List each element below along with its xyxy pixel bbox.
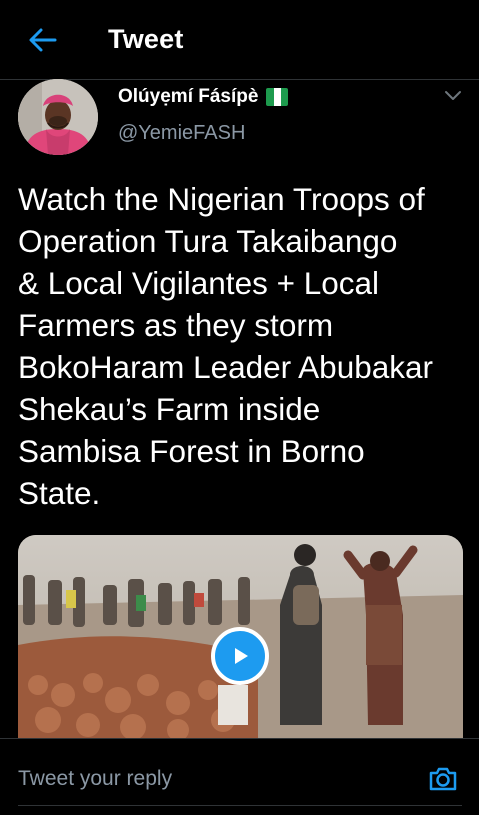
avatar[interactable] bbox=[18, 79, 98, 155]
page-title: Tweet bbox=[108, 24, 184, 54]
play-icon bbox=[235, 648, 248, 664]
play-button[interactable] bbox=[211, 627, 269, 685]
camera-button[interactable] bbox=[427, 763, 459, 795]
top-bar: Tweet bbox=[0, 0, 479, 80]
author-handle[interactable]: @YemieFASH bbox=[118, 122, 245, 145]
reply-bar: Tweet your reply bbox=[0, 738, 479, 815]
camera-icon bbox=[429, 767, 457, 791]
tweet-options-button[interactable] bbox=[443, 88, 463, 102]
author-name[interactable]: Olúyẹmí Fásípè bbox=[118, 86, 258, 108]
back-arrow-icon bbox=[29, 28, 57, 52]
reply-input[interactable]: Tweet your reply bbox=[18, 767, 172, 791]
tweet-text: Watch the Nigerian Troops of Operation T… bbox=[18, 181, 434, 511]
back-button[interactable] bbox=[26, 25, 58, 55]
nigeria-flag-icon bbox=[266, 88, 289, 106]
author-row: Olúyẹmí Fásípè bbox=[118, 86, 289, 108]
reply-divider bbox=[18, 805, 462, 806]
chevron-down-icon bbox=[445, 91, 461, 100]
